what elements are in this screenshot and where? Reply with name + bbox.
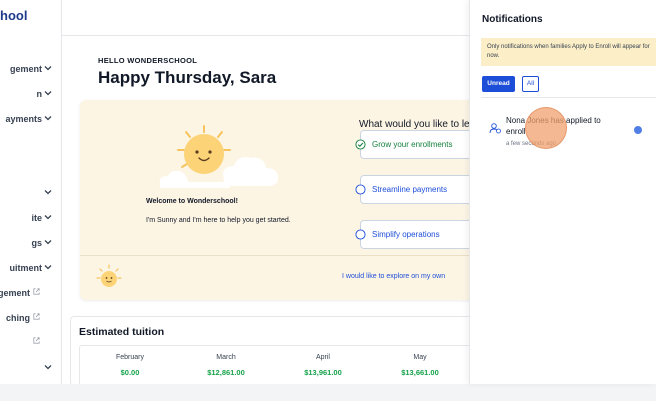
chevron-down-icon — [44, 240, 52, 245]
external-link-icon — [33, 337, 40, 344]
page-title: Happy Thursday, Sara — [98, 68, 277, 87]
tuition-month: April — [315, 354, 330, 361]
chevron-down-icon — [44, 66, 52, 71]
onboarding-question: What would you like to le — [359, 119, 470, 130]
user-icon — [489, 123, 501, 134]
chevron-down-icon — [44, 116, 52, 121]
unread-dot — [634, 126, 642, 134]
sidebar-item-label: gs — [31, 238, 42, 248]
chevron-down-icon — [44, 215, 52, 220]
welcome-text: I'm Sunny and I'm here to help you get s… — [146, 217, 291, 224]
tuition-month-col: May $13,661.00 — [380, 354, 460, 377]
banner-text: Only notifications when families Apply t… — [487, 44, 650, 59]
sidebar-item[interactable]: n — [0, 87, 61, 103]
welcome-card: Welcome to Wonderschool! I'm Sunny and I… — [80, 100, 510, 300]
greeting-eyebrow: HELLO WONDERSCHOOL — [98, 56, 198, 65]
sidebar-item[interactable] — [0, 186, 61, 202]
sidebar-item-label: ite — [31, 213, 42, 223]
sidebar-item-label: n — [36, 89, 43, 99]
tuition-month-col: February $0.00 — [90, 354, 170, 377]
tuition-month-col: March $12,861.00 — [186, 354, 266, 377]
tuition-month: March — [216, 354, 236, 361]
chevron-down-icon — [44, 91, 52, 96]
tuition-table: February $0.00 March $12,861.00 April $1… — [79, 345, 509, 384]
tab-unread[interactable]: Unread — [482, 76, 515, 92]
sidebar-item[interactable] — [0, 361, 61, 377]
tuition-amount: $13,661.00 — [401, 368, 439, 377]
small-sun-icon — [96, 264, 122, 287]
sun-mascot-icon — [159, 125, 278, 188]
brand-logo: hool — [0, 8, 28, 23]
notifications-title: Notifications — [482, 14, 543, 25]
external-link-icon — [33, 288, 40, 295]
tuition-month: February — [115, 354, 144, 361]
check-circle-icon — [355, 139, 366, 150]
sidebar-item[interactable]: gs — [0, 236, 61, 252]
option-label: Simplify operations — [372, 230, 440, 239]
tuition-amount: $0.00 — [120, 368, 140, 377]
cursor-highlight — [525, 107, 567, 149]
tuition-month: May — [413, 354, 427, 361]
notifications-banner: Only notifications when families Apply t… — [481, 38, 656, 66]
sidebar-item[interactable]: gement — [0, 62, 61, 78]
sidebar-item[interactable]: ching — [0, 311, 61, 327]
tab-all[interactable]: All — [522, 76, 539, 92]
notification-item[interactable]: Nona Jones has applied to enroll a few s… — [481, 104, 656, 154]
sidebar-item[interactable]: uitment — [0, 261, 61, 277]
sidebar: hool gement n ayments ite gs uitment nagement c… — [0, 0, 62, 384]
chevron-down-icon — [44, 265, 52, 270]
sidebar-item[interactable]: ayments — [0, 112, 61, 128]
radio-circle-icon — [355, 184, 366, 195]
sidebar-item-label: nagement — [0, 288, 30, 298]
welcome-title: Welcome to Wonderschool! — [146, 198, 238, 205]
sidebar-item[interactable]: nagement — [0, 286, 61, 302]
sidebar-item[interactable] — [0, 335, 61, 351]
chevron-down-icon — [44, 365, 52, 370]
option-label: Grow your enrollments — [372, 140, 453, 149]
card-divider — [80, 255, 500, 256]
estimated-tuition-card: Estimated tuition February $0.00 March $… — [70, 316, 510, 384]
tuition-amount: $12,861.00 — [207, 368, 245, 377]
sidebar-item-label: ching — [6, 313, 30, 323]
tuition-amount: $13,961.00 — [304, 368, 342, 377]
external-link-icon — [33, 313, 40, 320]
tuition-title: Estimated tuition — [79, 326, 165, 338]
sidebar-item-label: gement — [9, 64, 42, 74]
sidebar-item-label: uitment — [9, 263, 43, 273]
tuition-month-col: April $13,961.00 — [283, 354, 363, 377]
notifications-divider — [481, 97, 656, 98]
chevron-down-icon — [44, 190, 52, 195]
radio-circle-icon — [355, 229, 366, 240]
notifications-panel: Notifications Only notifications when fa… — [469, 0, 656, 384]
sidebar-item[interactable]: ite — [0, 211, 61, 227]
option-label: Streamline payments — [372, 185, 448, 194]
explore-link[interactable]: I would like to explore on my own — [342, 273, 445, 280]
sidebar-item-label: ayments — [5, 114, 42, 124]
